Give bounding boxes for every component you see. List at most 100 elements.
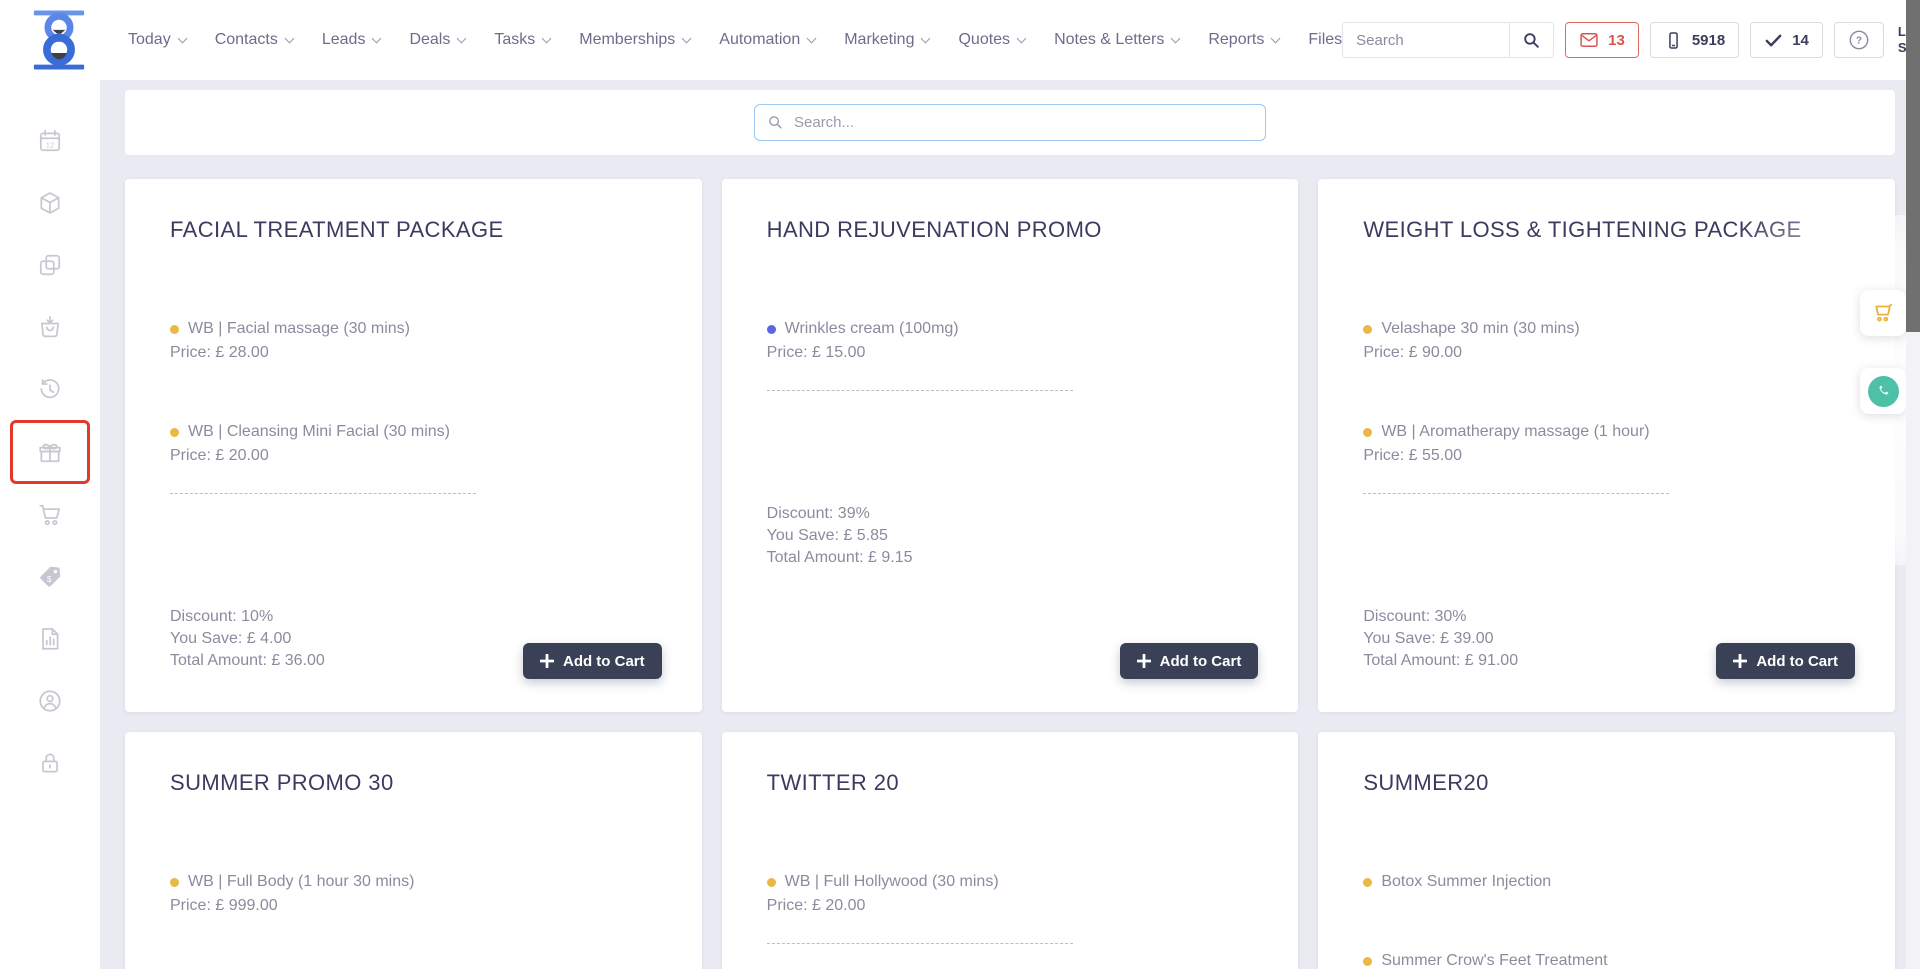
bag-receive-icon bbox=[37, 314, 63, 340]
item-bullet bbox=[767, 878, 776, 887]
nav-item-files[interactable]: Files bbox=[1308, 31, 1342, 49]
package-card: WEIGHT LOSS & TIGHTENING PACKAGE Velasha… bbox=[1318, 179, 1895, 712]
cart-icon bbox=[37, 502, 63, 528]
floating-cart-button[interactable] bbox=[1860, 290, 1906, 336]
card-title: FACIAL TREATMENT PACKAGE bbox=[170, 215, 662, 245]
header-search-button[interactable] bbox=[1509, 23, 1553, 57]
item-price: Price: £ 90.00 bbox=[1363, 342, 1855, 364]
sidebar-item-packages[interactable] bbox=[10, 172, 90, 234]
discount-line: Discount: 39% bbox=[767, 503, 1259, 525]
item-price: Price: £ 20.00 bbox=[767, 895, 1259, 917]
item-name: Summer Crow's Feet Treatment bbox=[1381, 950, 1607, 969]
add-to-cart-button[interactable]: Add to Cart bbox=[1716, 643, 1855, 679]
nav-item-label: Quotes bbox=[958, 31, 1010, 49]
nav-item-tasks[interactable]: Tasks bbox=[494, 31, 550, 49]
cart-icon bbox=[1870, 300, 1896, 326]
sidebar-item-security[interactable] bbox=[10, 732, 90, 794]
item-bullet bbox=[170, 428, 179, 437]
package-icon bbox=[37, 190, 63, 216]
nav-item-label: Notes & Letters bbox=[1054, 31, 1164, 49]
nav-item-label: Files bbox=[1308, 31, 1342, 49]
you-save-line: You Save: £ 5.85 bbox=[767, 525, 1259, 547]
nav-item-label: Leads bbox=[322, 31, 366, 49]
package-item: WB | Facial massage (30 mins) Price: £ 2… bbox=[170, 318, 662, 364]
item-price: Price: £ 999.00 bbox=[170, 895, 662, 917]
sidebar-item-cart[interactable] bbox=[10, 484, 90, 546]
chevron-down-icon bbox=[1017, 33, 1027, 43]
package-card: FACIAL TREATMENT PACKAGE WB | Facial mas… bbox=[125, 179, 702, 712]
sidebar-item-duplicates[interactable] bbox=[10, 234, 90, 296]
main-content: FACIAL TREATMENT PACKAGE WB | Facial mas… bbox=[100, 80, 1906, 969]
nav-item-label: Contacts bbox=[215, 31, 278, 49]
add-to-cart-button[interactable]: Add to Cart bbox=[523, 643, 662, 679]
card-title: WEIGHT LOSS & TIGHTENING PACKAGE bbox=[1363, 215, 1855, 245]
scrollbar-thumb[interactable] bbox=[1906, 0, 1920, 332]
sidebar-item-pricing[interactable]: $ bbox=[10, 546, 90, 608]
nav-item-leads[interactable]: Leads bbox=[322, 31, 381, 49]
chevron-down-icon bbox=[457, 33, 467, 43]
left-sidebar: 12 $ bbox=[0, 80, 100, 969]
nav-item-memberships[interactable]: Memberships bbox=[579, 31, 690, 49]
item-bullet bbox=[767, 325, 776, 334]
header-search-input[interactable] bbox=[1343, 23, 1509, 57]
card-title: TWITTER 20 bbox=[767, 768, 1259, 798]
package-item: Summer Crow's Feet Treatment bbox=[1363, 950, 1855, 969]
main-nav: Today Contacts Leads Deals Tasks Members… bbox=[128, 31, 1342, 49]
package-card: HAND REJUVENATION PROMO Wrinkles cream (… bbox=[722, 179, 1299, 712]
top-header: Today Contacts Leads Deals Tasks Members… bbox=[0, 0, 1920, 80]
plus-icon bbox=[1137, 654, 1151, 668]
card-divider bbox=[170, 493, 476, 494]
item-bullet bbox=[1363, 325, 1372, 334]
tasks-badge[interactable]: 14 bbox=[1750, 22, 1823, 58]
nav-item-notes-letters[interactable]: Notes & Letters bbox=[1054, 31, 1179, 49]
sidebar-item-calendar[interactable]: 12 bbox=[10, 110, 90, 172]
price-tag-icon: $ bbox=[37, 564, 63, 590]
copy-icon bbox=[37, 252, 63, 278]
nav-item-reports[interactable]: Reports bbox=[1208, 31, 1279, 49]
package-card: TWITTER 20 WB | Full Hollywood (30 mins)… bbox=[722, 732, 1299, 969]
phone-circle bbox=[1868, 376, 1899, 407]
sidebar-item-packages-gifts[interactable] bbox=[10, 420, 90, 484]
search-icon bbox=[1522, 31, 1541, 50]
add-to-cart-label: Add to Cart bbox=[1160, 653, 1242, 670]
item-bullet bbox=[1363, 428, 1372, 437]
chevron-down-icon bbox=[177, 33, 187, 43]
package-item: WB | Cleansing Mini Facial (30 mins) Pri… bbox=[170, 421, 662, 467]
history-icon bbox=[37, 376, 63, 402]
item-price: Price: £ 20.00 bbox=[170, 445, 662, 467]
nav-item-contacts[interactable]: Contacts bbox=[215, 31, 293, 49]
item-price: Price: £ 55.00 bbox=[1363, 445, 1855, 467]
floating-phone-button[interactable] bbox=[1860, 368, 1906, 414]
svg-text:$: $ bbox=[47, 575, 52, 584]
add-to-cart-button[interactable]: Add to Cart bbox=[1120, 643, 1259, 679]
packages-search-input[interactable] bbox=[794, 114, 1253, 131]
calls-badge[interactable]: 5918 bbox=[1650, 22, 1739, 58]
app-logo-icon[interactable] bbox=[30, 9, 88, 71]
nav-item-today[interactable]: Today bbox=[128, 31, 186, 49]
packages-search-panel bbox=[125, 90, 1895, 155]
nav-item-quotes[interactable]: Quotes bbox=[958, 31, 1025, 49]
sidebar-item-orders[interactable] bbox=[10, 296, 90, 358]
chevron-down-icon bbox=[372, 33, 382, 43]
item-price: Price: £ 28.00 bbox=[170, 342, 662, 364]
card-items: Wrinkles cream (100mg) Price: £ 15.00 bbox=[767, 318, 1259, 364]
nav-item-deals[interactable]: Deals bbox=[409, 31, 465, 49]
card-divider bbox=[767, 943, 1073, 944]
report-icon bbox=[37, 626, 63, 652]
account-icon bbox=[37, 688, 63, 714]
chevron-down-icon bbox=[284, 33, 294, 43]
nav-item-automation[interactable]: Automation bbox=[719, 31, 815, 49]
nav-item-label: Today bbox=[128, 31, 171, 49]
sidebar-item-reports[interactable] bbox=[10, 608, 90, 670]
item-name: WB | Aromatherapy massage (1 hour) bbox=[1381, 421, 1649, 443]
tasks-count: 14 bbox=[1792, 32, 1809, 49]
gift-icon bbox=[37, 439, 63, 465]
package-item: Botox Summer Injection bbox=[1363, 871, 1855, 893]
sidebar-item-account[interactable] bbox=[10, 670, 90, 732]
sidebar-item-history[interactable] bbox=[10, 358, 90, 420]
header-search bbox=[1342, 22, 1554, 58]
help-badge[interactable]: ? bbox=[1834, 22, 1884, 58]
card-items: WB | Full Body (1 hour 30 mins) Price: £… bbox=[170, 871, 662, 917]
messages-badge[interactable]: 13 bbox=[1565, 22, 1639, 58]
nav-item-marketing[interactable]: Marketing bbox=[844, 31, 929, 49]
